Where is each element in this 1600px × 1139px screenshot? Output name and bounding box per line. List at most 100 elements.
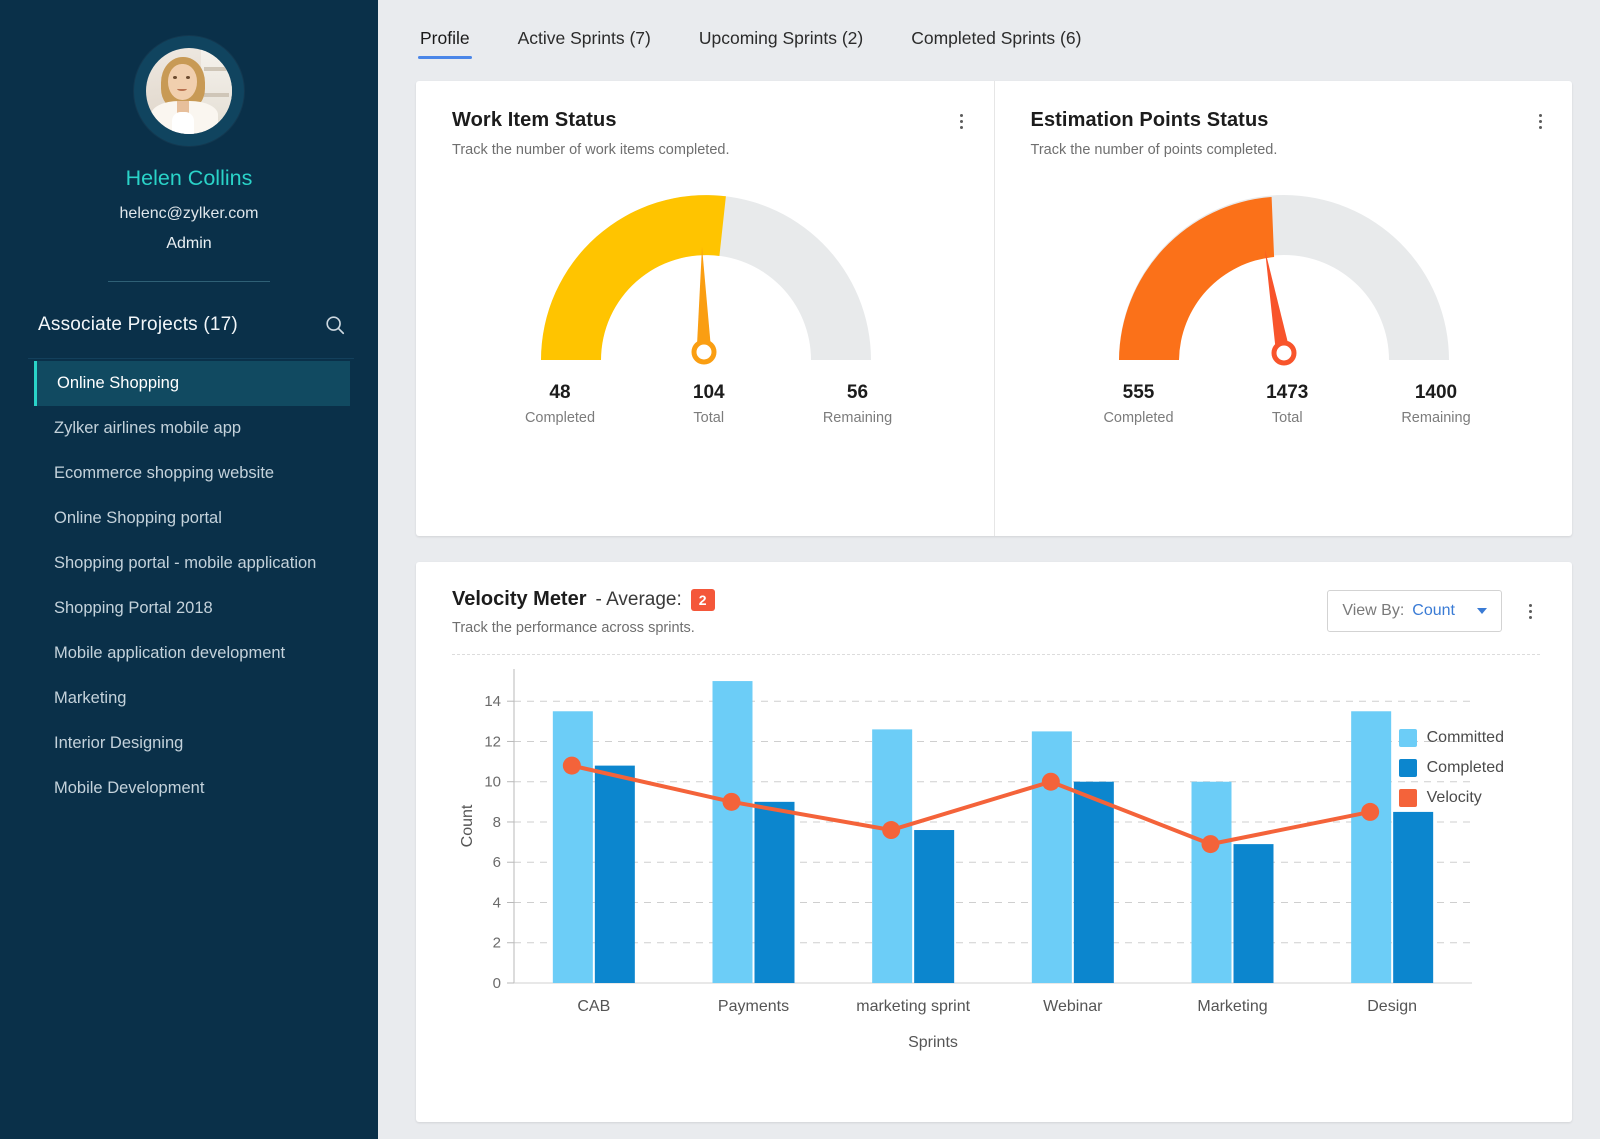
sidebar-item-ecommerce-shopping-website[interactable]: Ecommerce shopping website bbox=[0, 451, 378, 496]
svg-text:0: 0 bbox=[493, 975, 501, 992]
velocity-divider bbox=[452, 654, 1540, 655]
legend-item-completed[interactable]: Completed bbox=[1399, 759, 1504, 777]
gauge-chart-work-item bbox=[511, 164, 901, 376]
svg-text:10: 10 bbox=[484, 774, 501, 791]
user-email: helenc@zylker.com bbox=[0, 205, 378, 223]
sidebar-item-mobile-application-development[interactable]: Mobile application development bbox=[0, 631, 378, 676]
estimation-stat-total: 1473 Total bbox=[1227, 382, 1347, 426]
app-root: Helen Collins helenc@zylker.com Admin As… bbox=[0, 0, 1600, 1139]
gauge-chart-estimation-points bbox=[1089, 164, 1479, 376]
velocity-meter-subtitle: Track the performance across sprints. bbox=[452, 620, 715, 636]
velocity-header: Velocity Meter - Average: 2 Track the pe… bbox=[452, 588, 1540, 636]
main-content: Profile Active Sprints (7) Upcoming Spri… bbox=[378, 0, 1600, 1139]
user-avatar-photo bbox=[146, 48, 232, 134]
velocity-controls: View By: Count bbox=[1327, 590, 1540, 632]
sidebar-item-zylker-airlines-mobile-app[interactable]: Zylker airlines mobile app bbox=[0, 406, 378, 451]
work-item-stat-completed: 48 Completed bbox=[500, 382, 620, 426]
svg-text:Marketing: Marketing bbox=[1197, 998, 1267, 1015]
chart-legend: Committed Completed Velocity bbox=[1399, 729, 1504, 819]
sidebar-item-online-shopping-portal[interactable]: Online Shopping portal bbox=[0, 496, 378, 541]
projects-separator bbox=[28, 358, 354, 359]
sidebar-item-online-shopping[interactable]: Online Shopping bbox=[34, 361, 350, 406]
sidebar-item-marketing[interactable]: Marketing bbox=[0, 676, 378, 721]
view-by-value: Count bbox=[1412, 602, 1455, 620]
stat-label: Remaining bbox=[798, 410, 918, 426]
svg-text:Sprints: Sprints bbox=[908, 1034, 958, 1051]
svg-text:8: 8 bbox=[493, 814, 501, 831]
kebab-menu-icon[interactable] bbox=[952, 111, 972, 131]
search-icon[interactable] bbox=[324, 314, 346, 336]
tab-upcoming-sprints[interactable]: Upcoming Sprints (2) bbox=[697, 20, 865, 59]
estimation-stat-remaining: 1400 Remaining bbox=[1376, 382, 1496, 426]
associate-projects-header: Associate Projects (17) bbox=[0, 282, 378, 336]
stat-value: 555 bbox=[1079, 382, 1199, 404]
velocity-meter-card: Velocity Meter - Average: 2 Track the pe… bbox=[416, 562, 1572, 1122]
svg-text:Payments: Payments bbox=[718, 998, 789, 1015]
velocity-bar-chart: 02468101214CABPaymentsmarketing sprintWe… bbox=[452, 661, 1552, 1061]
sidebar-item-interior-designing[interactable]: Interior Designing bbox=[0, 721, 378, 766]
stat-label: Total bbox=[1227, 410, 1347, 426]
avatar bbox=[134, 36, 244, 146]
stat-label: Completed bbox=[1079, 410, 1199, 426]
tab-completed-sprints[interactable]: Completed Sprints (6) bbox=[909, 20, 1083, 59]
work-item-gauge bbox=[452, 164, 960, 376]
legend-label: Velocity bbox=[1427, 789, 1482, 807]
estimation-points-status-panel: Estimation Points Status Track the numbe… bbox=[994, 81, 1573, 536]
associate-projects-label: Associate Projects bbox=[38, 314, 198, 335]
svg-text:Count: Count bbox=[459, 804, 476, 847]
svg-text:14: 14 bbox=[484, 693, 501, 710]
legend-swatch-committed bbox=[1399, 729, 1417, 747]
view-by-dropdown[interactable]: View By: Count bbox=[1327, 590, 1502, 632]
estimation-points-status-title: Estimation Points Status bbox=[1031, 109, 1539, 132]
project-label: Shopping portal - mobile application bbox=[54, 554, 316, 572]
sidebar-item-shopping-portal-2018[interactable]: Shopping Portal 2018 bbox=[0, 586, 378, 631]
work-item-status-title: Work Item Status bbox=[452, 109, 960, 132]
tab-profile[interactable]: Profile bbox=[418, 20, 472, 59]
sidebar-item-mobile-development[interactable]: Mobile Development bbox=[0, 766, 378, 811]
project-label: Online Shopping portal bbox=[54, 509, 222, 527]
velocity-header-left: Velocity Meter - Average: 2 Track the pe… bbox=[452, 588, 715, 636]
legend-item-velocity[interactable]: Velocity bbox=[1399, 789, 1504, 807]
legend-label: Completed bbox=[1427, 759, 1504, 777]
velocity-title-row: Velocity Meter - Average: 2 bbox=[452, 588, 715, 611]
kebab-menu-icon[interactable] bbox=[1520, 598, 1540, 624]
project-label: Online Shopping bbox=[57, 374, 179, 392]
associate-projects-count: (17) bbox=[203, 314, 238, 335]
svg-text:CAB: CAB bbox=[577, 998, 610, 1015]
project-label: Mobile Development bbox=[54, 779, 204, 797]
tab-active-sprints[interactable]: Active Sprints (7) bbox=[516, 20, 653, 59]
project-label: Ecommerce shopping website bbox=[54, 464, 274, 482]
svg-text:Webinar: Webinar bbox=[1043, 998, 1103, 1015]
project-label: Marketing bbox=[54, 689, 126, 707]
velocity-meter-title: Velocity Meter bbox=[452, 588, 587, 611]
work-item-status-subtitle: Track the number of work items completed… bbox=[452, 142, 960, 158]
user-role: Admin bbox=[0, 235, 378, 253]
work-item-stat-total: 104 Total bbox=[649, 382, 769, 426]
work-item-status-panel: Work Item Status Track the number of wor… bbox=[416, 81, 994, 536]
legend-label: Committed bbox=[1427, 729, 1504, 747]
svg-text:12: 12 bbox=[484, 733, 501, 750]
legend-swatch-completed bbox=[1399, 759, 1417, 777]
stat-value: 104 bbox=[649, 382, 769, 404]
associate-projects-list: Online Shopping Zylker airlines mobile a… bbox=[0, 361, 378, 811]
stat-value: 1473 bbox=[1227, 382, 1347, 404]
stat-value: 1400 bbox=[1376, 382, 1496, 404]
project-label: Interior Designing bbox=[54, 734, 183, 752]
chevron-down-icon bbox=[1477, 608, 1487, 614]
sidebar: Helen Collins helenc@zylker.com Admin As… bbox=[0, 0, 378, 1139]
kebab-menu-icon[interactable] bbox=[1530, 111, 1550, 131]
estimation-points-stats: 555 Completed 1473 Total 1400 Remaining bbox=[1031, 376, 1539, 426]
stat-value: 48 bbox=[500, 382, 620, 404]
sidebar-item-shopping-portal-mobile-application[interactable]: Shopping portal - mobile application bbox=[0, 541, 378, 586]
svg-text:marketing sprint: marketing sprint bbox=[856, 998, 970, 1015]
tab-bar: Profile Active Sprints (7) Upcoming Spri… bbox=[416, 0, 1572, 59]
stat-label: Completed bbox=[500, 410, 620, 426]
stat-value: 56 bbox=[798, 382, 918, 404]
legend-item-committed[interactable]: Committed bbox=[1399, 729, 1504, 747]
svg-text:6: 6 bbox=[493, 854, 501, 871]
velocity-average-badge: 2 bbox=[691, 589, 715, 611]
legend-swatch-velocity bbox=[1399, 789, 1417, 807]
estimation-points-status-subtitle: Track the number of points completed. bbox=[1031, 142, 1539, 158]
project-label: Mobile application development bbox=[54, 644, 285, 662]
view-by-label: View By: bbox=[1342, 602, 1404, 620]
